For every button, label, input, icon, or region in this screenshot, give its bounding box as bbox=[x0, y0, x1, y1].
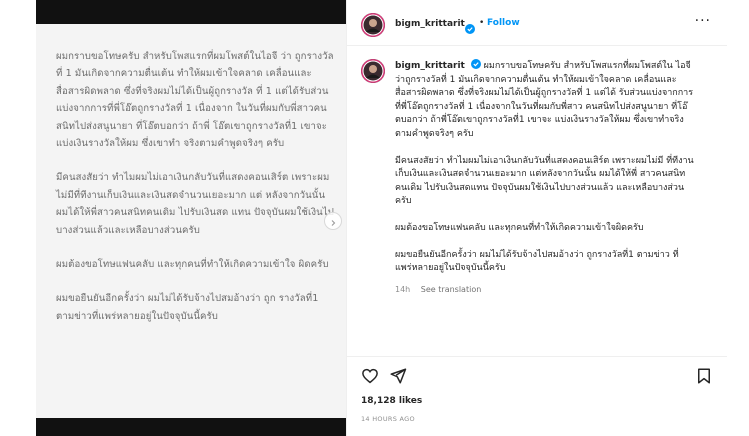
caption-meta: 14h See translation bbox=[395, 283, 695, 297]
caption-body: ผมกราบขอโทษครับ สำหรับโพสแรกที่ผมโพสต์ใน… bbox=[395, 61, 694, 139]
media-paragraph: ผมกราบขอโทษครับ สำหรับโพสแรกที่ผมโพสต์ใน… bbox=[56, 51, 334, 150]
media-paragraph: ผมขอยืนยันอีกครั้งว่า ผมไม่ได้รับจ้างไปส… bbox=[56, 293, 319, 322]
avatar[interactable] bbox=[361, 59, 385, 83]
caption-paragraph: ผมต้องขอโทษแฟนคลับ และทุกคนที่ทำให้เกิดค… bbox=[395, 222, 644, 233]
post-sidebar: bigm_krittarit • Follow ··· bigm_krittar… bbox=[346, 0, 727, 436]
heart-icon[interactable] bbox=[361, 367, 379, 385]
avatar[interactable] bbox=[361, 13, 385, 37]
post-header: bigm_krittarit • Follow ··· bbox=[347, 0, 727, 46]
caption-paragraph: มีคนสงสัยว่า ทำไมผมไม่เอาเงินกลับวันที่แ… bbox=[395, 155, 694, 207]
action-bar bbox=[347, 356, 727, 392]
chevron-right-icon bbox=[329, 212, 337, 231]
caption-text: bigm_krittarit ผมกราบขอโทษครับ สำหรับโพส… bbox=[395, 59, 695, 296]
media-paragraph: มีคนสงสัยว่า ทำไมผมไม่เอาเงินกลับวันที่แ… bbox=[56, 172, 334, 236]
separator-dot: • bbox=[479, 18, 485, 28]
verified-badge-icon bbox=[470, 59, 481, 69]
caption-area: bigm_krittarit ผมกราบขอโทษครับ สำหรับโพส… bbox=[347, 46, 727, 346]
post-timestamp[interactable]: 14 HOURS AGO bbox=[361, 415, 415, 423]
caption-paragraph: ผมขอยืนยันอีกครั้งว่า ผมไม่ได้รับจ้างไปส… bbox=[395, 249, 679, 274]
media-letterbox-top bbox=[36, 0, 346, 24]
bookmark-icon[interactable] bbox=[695, 367, 713, 385]
like-count[interactable]: 18,128 likes bbox=[361, 396, 422, 406]
media-letterbox-bottom bbox=[36, 418, 346, 436]
caption-username[interactable]: bigm_krittarit bbox=[395, 61, 465, 71]
paper-plane-icon[interactable] bbox=[389, 367, 407, 385]
username[interactable]: bigm_krittarit bbox=[395, 19, 465, 29]
next-media-button[interactable] bbox=[324, 212, 342, 230]
caption-age: 14h bbox=[395, 284, 411, 294]
verified-badge-icon bbox=[465, 19, 475, 34]
see-translation-link[interactable]: See translation bbox=[421, 285, 481, 294]
more-options-button[interactable]: ··· bbox=[695, 13, 711, 29]
media-text-block: ผมกราบขอโทษครับ สำหรับโพสแรกที่ผมโพสต์ใน… bbox=[56, 48, 338, 342]
caption-paragraph: bigm_krittarit ผมกราบขอโทษครับ สำหรับโพส… bbox=[395, 59, 695, 142]
post-media: ผมกราบขอโทษครับ สำหรับโพสแรกที่ผมโพสต์ใน… bbox=[36, 0, 346, 436]
media-paragraph: ผมต้องขอโทษแฟนคลับ และทุกคนที่ทำให้เกิดค… bbox=[56, 259, 329, 271]
follow-button[interactable]: Follow bbox=[487, 18, 520, 28]
instagram-post-modal: ผมกราบขอโทษครับ สำหรับโพสแรกที่ผมโพสต์ใน… bbox=[0, 0, 749, 436]
